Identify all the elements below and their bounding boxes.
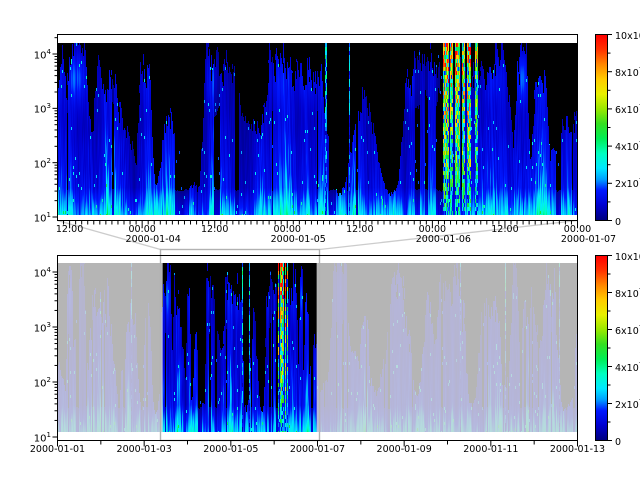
zoom-y-tick-label-base: 10 [34,50,47,61]
context-panel-colorbar [595,255,608,441]
zoom-panel-frame [58,35,578,221]
zoom-x-date-label: 2000-01-05 [271,234,326,245]
context-x-tick-label: 2000-01-03 [117,444,172,455]
zoom-x-date-label: 2000-01-06 [416,234,471,245]
context-x-tick-label: 2000-01-01 [30,444,85,455]
zoom-x-date-label: 2000-01-04 [126,234,181,245]
colorbar-tick-label-base: 2x10 [615,179,639,190]
colorbar-tick-label-base: 6x10 [615,105,639,116]
zoom-panel-colorbar [595,34,608,221]
context-y-tick-label: 102 [34,375,51,389]
context-y-tick-label-exponent: 2 [47,376,51,384]
colorbar-tick-label: 0 [615,433,621,447]
context-y-tick-label: 104 [34,265,51,279]
selection-region[interactable] [161,250,320,441]
context-y-tick-label-base: 10 [34,268,47,279]
context-x-tick-label: 2000-01-13 [550,444,605,455]
colorbar-tick-label: 4x107 [615,359,640,373]
colorbar-tick-label: 2x107 [615,176,640,190]
context-panel-frame [58,256,578,441]
zoom-x-tick-label: 12:00 [201,224,228,235]
context-y-tick-label-exponent: 1 [47,431,51,439]
colorbar-tick-label: 0 [615,213,621,227]
colorbar-tick-label: 10x107 [615,248,640,262]
colorbar-tick-label: 4x107 [615,139,640,153]
context-x-tick-label: 2000-01-05 [203,444,258,455]
colorbar-tick-label: 10x107 [615,27,640,41]
colorbar-tick-label: 8x107 [615,65,640,79]
colorbar-tick-label-base: 0 [615,217,621,228]
zoom-y-tick-label: 103 [34,101,51,115]
colorbar-tick-label: 6x107 [615,102,640,116]
colorbar-tick-label: 6x107 [615,322,640,336]
zoom-x-tick-label: 12:00 [491,224,518,235]
colorbar-tick-label-base: 10x10 [615,252,640,263]
context-x-tick-label: 2000-01-09 [377,444,432,455]
colorbar-tick-label-base: 8x10 [615,289,639,300]
context-y-tick-label: 101 [34,430,51,444]
zoom-y-tick-label: 104 [34,47,51,61]
zoom-x-tick-label: 12:00 [346,224,373,235]
colorbar-tick-label-base: 4x10 [615,142,639,153]
zoom-y-tick-label-base: 10 [34,159,47,170]
zoom-x-tick-label: 12:00 [56,224,83,235]
zoom-y-tick-label-base: 10 [34,213,47,224]
zoom-x-date-label: 2000-01-07 [561,234,616,245]
colorbar-tick-label-base: 6x10 [615,326,639,337]
colorbar-tick-label: 8x107 [615,285,640,299]
zoom-y-tick-label-exponent: 4 [47,48,51,56]
context-x-tick-label: 2000-01-07 [290,444,345,455]
colorbar-tick-label: 2x107 [615,396,640,410]
context-y-tick-label-base: 10 [34,433,47,444]
colorbar-tick-label-base: 2x10 [615,400,639,411]
colorbar-tick-label-base: 4x10 [615,363,639,374]
context-y-tick-label-exponent: 4 [47,266,51,274]
zoom-y-tick-label: 102 [34,156,51,170]
colorbar-tick-label-base: 8x10 [615,68,639,79]
zoom-y-tick-label: 101 [34,210,51,224]
colorbar-tick-label-base: 10x10 [615,31,640,42]
zoom-y-tick-label-exponent: 2 [47,157,51,165]
context-y-tick-label-base: 10 [34,378,47,389]
context-y-tick-label-exponent: 3 [47,321,51,329]
context-x-tick-label: 2000-01-11 [463,444,518,455]
context-y-tick-label-base: 10 [34,323,47,334]
spectrogram-figure: 12:0000:002000-01-0412:0000:002000-01-05… [0,0,640,480]
zoom-y-tick-label-base: 10 [34,105,47,116]
colorbar-tick-label-base: 0 [615,437,621,448]
zoom-y-tick-label-exponent: 1 [47,211,51,219]
context-y-tick-label: 103 [34,320,51,334]
zoom-y-tick-label-exponent: 3 [47,102,51,110]
